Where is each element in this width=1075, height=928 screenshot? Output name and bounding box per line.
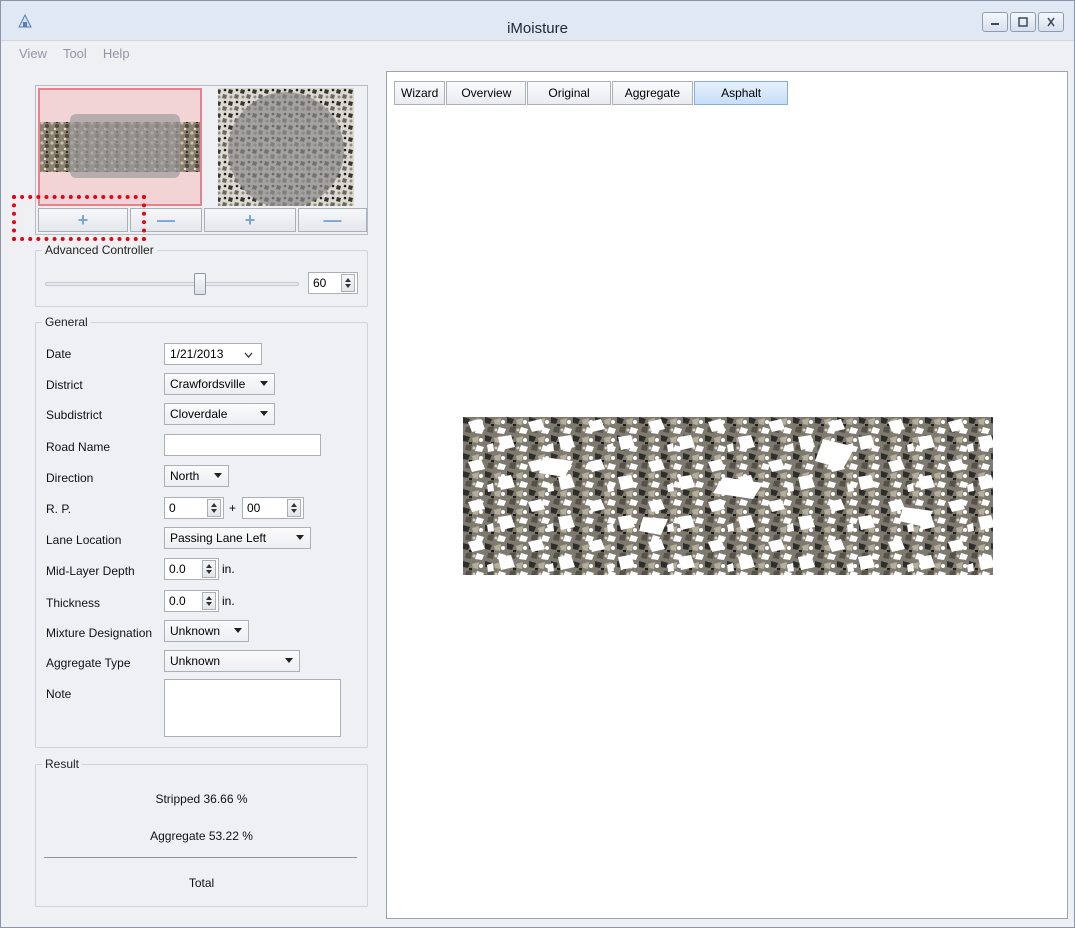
minus-icon: —	[323, 210, 342, 230]
general-group: General Date 1/21/2013 District Crawford…	[35, 315, 368, 748]
close-icon	[1047, 17, 1055, 27]
subdistrict-label: Subdistrict	[46, 408, 103, 422]
view-tabs: Wizard Overview Original Aggregate Aspha…	[394, 81, 789, 105]
maximize-icon	[1018, 17, 1028, 27]
district-select[interactable]: Crawfordsville	[164, 373, 275, 395]
advanced-controller-group: Advanced Controller 60	[35, 243, 368, 307]
mid-layer-depth-spinbox[interactable]: 0.0	[164, 558, 219, 580]
mixture-designation-select[interactable]: Unknown	[164, 620, 249, 642]
rp-main-spinbox[interactable]: 0	[164, 497, 224, 519]
window-title: iMoisture	[507, 20, 568, 37]
image-view-panel: Wizard Overview Original Aggregate Aspha…	[386, 71, 1068, 919]
maximize-button[interactable]	[1010, 12, 1036, 32]
rp-label: R. P.	[46, 502, 72, 516]
aggregate-type-label: Aggregate Type	[46, 656, 131, 670]
group-title: General	[42, 315, 91, 329]
thumbnail-top-view[interactable]	[204, 88, 368, 208]
rp-sub-spinbox[interactable]: 00	[242, 497, 304, 519]
top-add-button[interactable]: +	[204, 208, 296, 232]
highlight-annotation	[12, 195, 146, 241]
road-name-label: Road Name	[46, 440, 111, 454]
subdistrict-value: Cloverdale	[170, 407, 228, 421]
plus-icon: +	[244, 210, 256, 230]
chevron-down-icon	[244, 352, 253, 358]
dropdown-arrow-icon	[296, 535, 304, 540]
aggregate-type-select[interactable]: Unknown	[164, 650, 300, 672]
threshold-slider-handle[interactable]	[194, 273, 206, 295]
thickness-value: 0.0	[169, 594, 186, 608]
threshold-value: 60	[313, 276, 327, 290]
note-textarea[interactable]	[164, 679, 341, 737]
date-value: 1/21/2013	[170, 347, 224, 361]
aggregate-type-value: Unknown	[170, 654, 221, 668]
spin-arrows-icon[interactable]	[287, 499, 301, 517]
minimize-button[interactable]	[982, 12, 1008, 32]
tab-original[interactable]: Original	[527, 81, 611, 105]
menu-bar: View Tool Help	[1, 41, 1074, 65]
tab-wizard[interactable]: Wizard	[394, 81, 446, 105]
menu-tool[interactable]: Tool	[63, 46, 87, 61]
mixture-designation-value: Unknown	[170, 624, 221, 638]
minus-icon: —	[157, 210, 175, 230]
thumbnail-side-view[interactable]	[38, 88, 202, 206]
total-result: Total	[188, 876, 215, 890]
close-button[interactable]	[1038, 12, 1064, 32]
thickness-unit: in.	[222, 594, 235, 608]
aggregate-result: Aggregate 53.22 %	[150, 829, 253, 843]
threshold-slider-track[interactable]	[45, 282, 299, 286]
subdistrict-select[interactable]: Cloverdale	[164, 403, 275, 425]
spin-arrows-icon[interactable]	[341, 274, 355, 292]
dropdown-arrow-icon	[285, 658, 293, 663]
direction-label: Direction	[46, 471, 94, 485]
rp-main-value: 0	[169, 501, 176, 515]
window-controls	[982, 12, 1064, 32]
mid-layer-depth-value: 0.0	[169, 562, 186, 576]
result-divider	[44, 857, 357, 858]
lane-location-label: Lane Location	[46, 533, 122, 547]
app-window: iMoisture View Tool Help + — + — Advance…	[0, 0, 1075, 928]
tab-overview[interactable]: Overview	[446, 81, 527, 105]
top-sample-image	[218, 88, 354, 208]
thickness-spinbox[interactable]: 0.0	[164, 590, 219, 612]
thickness-label: Thickness	[46, 596, 101, 610]
group-title: Advanced Controller	[42, 243, 157, 257]
dropdown-arrow-icon	[260, 411, 268, 416]
mid-layer-depth-unit: in.	[222, 562, 235, 576]
threshold-spinbox[interactable]: 60	[308, 272, 358, 294]
date-label: Date	[46, 347, 72, 361]
dropdown-arrow-icon	[214, 473, 222, 478]
stripped-result: Stripped 36.66 %	[155, 792, 248, 806]
lane-location-select[interactable]: Passing Lane Left	[164, 527, 311, 549]
note-label: Note	[46, 687, 72, 701]
menu-help[interactable]: Help	[103, 46, 130, 61]
group-title: Result	[42, 757, 83, 771]
tab-aggregate[interactable]: Aggregate	[611, 81, 694, 105]
rp-sub-value: 00	[247, 501, 261, 515]
result-group: Result Stripped 36.66 % Aggregate 53.22 …	[35, 757, 368, 907]
spin-arrows-icon[interactable]	[207, 499, 221, 517]
mid-layer-depth-label: Mid-Layer Depth	[46, 564, 135, 578]
dropdown-arrow-icon	[234, 628, 242, 633]
direction-select[interactable]: North	[164, 465, 229, 487]
title-bar: iMoisture	[1, 1, 1074, 41]
menu-view[interactable]: View	[19, 46, 47, 61]
dropdown-arrow-icon	[260, 381, 268, 386]
minimize-icon	[991, 23, 999, 25]
spin-arrows-icon[interactable]	[202, 560, 216, 578]
side-sample-image	[40, 114, 200, 178]
rp-plus-sign: +	[229, 501, 237, 515]
district-label: District	[46, 378, 83, 392]
asphalt-result-image	[463, 417, 993, 575]
mixture-designation-label: Mixture Designation	[46, 626, 153, 640]
lane-location-value: Passing Lane Left	[170, 531, 267, 545]
road-name-input[interactable]	[164, 434, 321, 456]
date-picker[interactable]: 1/21/2013	[164, 343, 262, 365]
tab-asphalt[interactable]: Asphalt	[694, 81, 789, 105]
spin-arrows-icon[interactable]	[202, 592, 216, 610]
district-value: Crawfordsville	[170, 377, 246, 391]
top-remove-button[interactable]: —	[298, 208, 367, 232]
direction-value: North	[170, 469, 200, 483]
